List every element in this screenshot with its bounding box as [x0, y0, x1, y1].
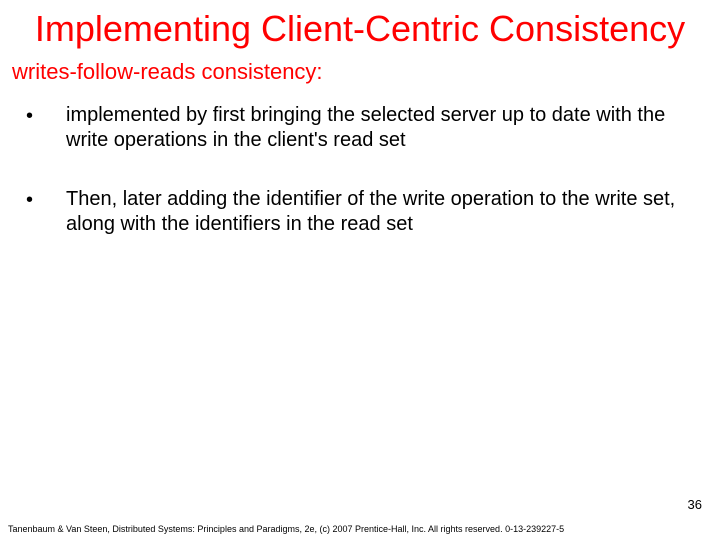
slide-title: Implementing Client-Centric Consistency: [0, 0, 720, 55]
slide: Implementing Client-Centric Consistency …: [0, 0, 720, 540]
bullet-marker: •: [20, 103, 66, 129]
list-item: • implemented by first bringing the sele…: [20, 103, 700, 153]
list-item: • Then, later adding the identifier of t…: [20, 187, 700, 237]
bullet-text: implemented by first bringing the select…: [66, 103, 700, 153]
bullet-list: • implemented by first bringing the sele…: [0, 85, 720, 237]
page-number: 36: [688, 497, 702, 512]
bullet-marker: •: [20, 187, 66, 213]
footer-citation: Tanenbaum & Van Steen, Distributed Syste…: [8, 524, 564, 534]
bullet-text: Then, later adding the identifier of the…: [66, 187, 700, 237]
slide-subtitle: writes-follow-reads consistency:: [0, 55, 720, 85]
